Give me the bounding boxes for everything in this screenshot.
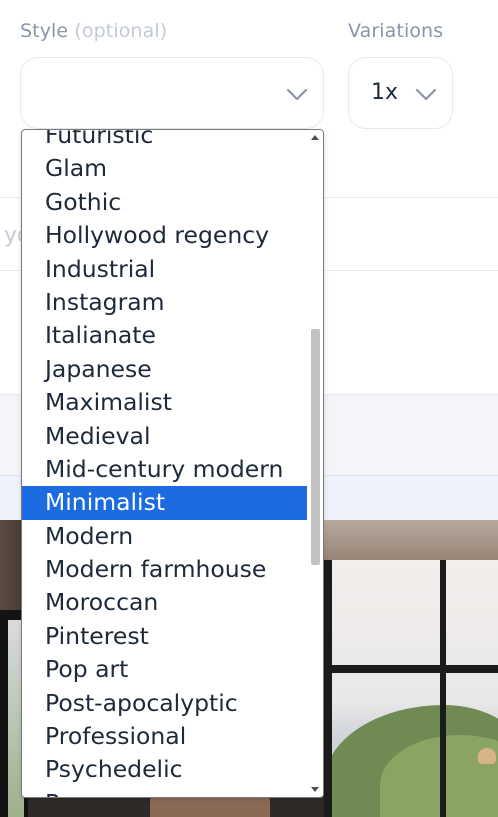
style-option[interactable]: Glam bbox=[22, 152, 307, 185]
style-option[interactable]: Japanese bbox=[22, 353, 307, 386]
style-option[interactable]: Post-apocalyptic bbox=[22, 687, 307, 720]
scroll-down-arrow-icon[interactable] bbox=[311, 787, 319, 792]
style-option[interactable]: Italianate bbox=[22, 319, 307, 352]
style-option[interactable]: Instagram bbox=[22, 286, 307, 319]
scrollbar-thumb[interactable] bbox=[311, 329, 320, 565]
scroll-up-arrow-icon[interactable] bbox=[311, 135, 319, 140]
variations-label: Variations bbox=[348, 20, 444, 42]
variations-select-value: 1x bbox=[371, 80, 399, 105]
chevron-down-icon bbox=[286, 88, 308, 101]
style-label-text: Style bbox=[20, 20, 69, 42]
style-options-list: Futuristic Glam Gothic Hollywood regency Ind… bbox=[22, 130, 307, 797]
style-select[interactable] bbox=[20, 57, 324, 129]
style-option[interactable]: Rococo bbox=[22, 787, 307, 797]
style-option[interactable]: Pinterest bbox=[22, 620, 307, 653]
preview-chair bbox=[150, 795, 270, 817]
variations-select[interactable]: 1x bbox=[348, 57, 453, 129]
listbox-scrollbar[interactable] bbox=[307, 130, 323, 797]
style-optional-hint: (optional) bbox=[74, 20, 168, 42]
style-label: Style (optional) bbox=[20, 20, 167, 42]
style-option[interactable]: Professional bbox=[22, 720, 307, 753]
preview-mullion bbox=[324, 560, 332, 817]
style-option[interactable]: Gothic bbox=[22, 186, 307, 219]
style-dropdown-listbox[interactable]: Futuristic Glam Gothic Hollywood regency Ind… bbox=[21, 129, 324, 798]
style-option[interactable]: Modern bbox=[22, 520, 307, 553]
style-option[interactable]: Hollywood regency bbox=[22, 219, 307, 252]
preview-mullion bbox=[440, 560, 446, 817]
preview-mullion bbox=[324, 665, 498, 673]
style-option[interactable]: Maximalist bbox=[22, 386, 307, 419]
preview-lamp bbox=[478, 748, 496, 764]
chevron-down-icon bbox=[415, 88, 437, 101]
style-option[interactable]: Industrial bbox=[22, 253, 307, 286]
style-option[interactable]: Psychedelic bbox=[22, 753, 307, 786]
style-option[interactable]: Pop art bbox=[22, 653, 307, 686]
style-option[interactable]: Futuristic bbox=[22, 130, 307, 152]
style-option[interactable]: Minimalist bbox=[22, 486, 307, 520]
style-option[interactable]: Moroccan bbox=[22, 586, 307, 619]
style-option[interactable]: Medieval bbox=[22, 420, 307, 453]
style-option[interactable]: Modern farmhouse bbox=[22, 553, 307, 586]
style-option[interactable]: Mid-century modern bbox=[22, 453, 307, 486]
